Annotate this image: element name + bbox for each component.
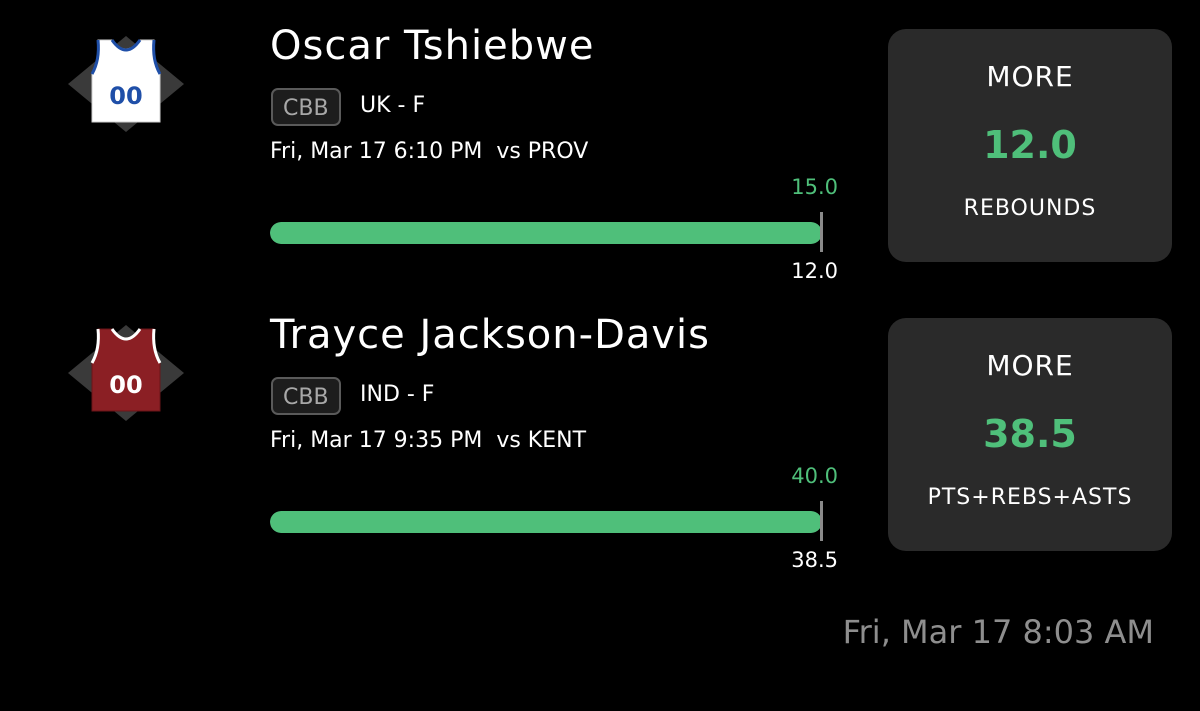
progress-fill: [270, 511, 822, 533]
pick-line-value: 38.5: [983, 412, 1077, 456]
progress-bar: [270, 222, 822, 244]
pick-row-oscar-tshiebwe[interactable]: 00 Oscar Tshiebwe CBB UK - F Fri, Mar 17…: [0, 0, 1200, 283]
progress-bar: [270, 511, 822, 533]
progress-fill: [270, 222, 822, 244]
pick-direction: MORE: [986, 60, 1074, 93]
basketball-jersey-icon: 00: [68, 36, 184, 132]
progress-marker: [820, 212, 823, 252]
pick-direction: MORE: [986, 349, 1074, 382]
pick-line-value: 12.0: [983, 123, 1077, 167]
progress-marker: [820, 501, 823, 541]
player-name[interactable]: Oscar Tshiebwe: [270, 26, 594, 66]
pick-stat-type: PTS+REBS+ASTS: [927, 485, 1133, 510]
jersey-number: 00: [109, 82, 142, 110]
jersey-number: 00: [109, 371, 142, 399]
league-badge: CBB: [271, 88, 341, 126]
bar-top-value: 15.0: [791, 175, 838, 199]
team-position: UK - F: [360, 93, 426, 118]
more-less-card[interactable]: MORE 12.0 REBOUNDS: [888, 29, 1172, 262]
bar-bottom-value: 38.5: [791, 548, 838, 572]
bar-bottom-value: 12.0: [791, 259, 838, 283]
team-position: IND - F: [360, 382, 435, 407]
bar-top-value: 40.0: [791, 464, 838, 488]
league-badge: CBB: [271, 377, 341, 415]
game-info: Fri, Mar 17 9:35 PM vs KENT: [270, 428, 587, 453]
screenshot-timestamp: Fri, Mar 17 8:03 AM: [842, 613, 1154, 651]
more-less-card[interactable]: MORE 38.5 PTS+REBS+ASTS: [888, 318, 1172, 551]
basketball-jersey-icon: 00: [68, 325, 184, 421]
player-name[interactable]: Trayce Jackson-Davis: [270, 315, 710, 355]
game-info: Fri, Mar 17 6:10 PM vs PROV: [270, 139, 589, 164]
pick-row-trayce-jackson-davis[interactable]: 00 Trayce Jackson-Davis CBB IND - F Fri,…: [0, 289, 1200, 572]
pick-stat-type: REBOUNDS: [963, 196, 1097, 221]
